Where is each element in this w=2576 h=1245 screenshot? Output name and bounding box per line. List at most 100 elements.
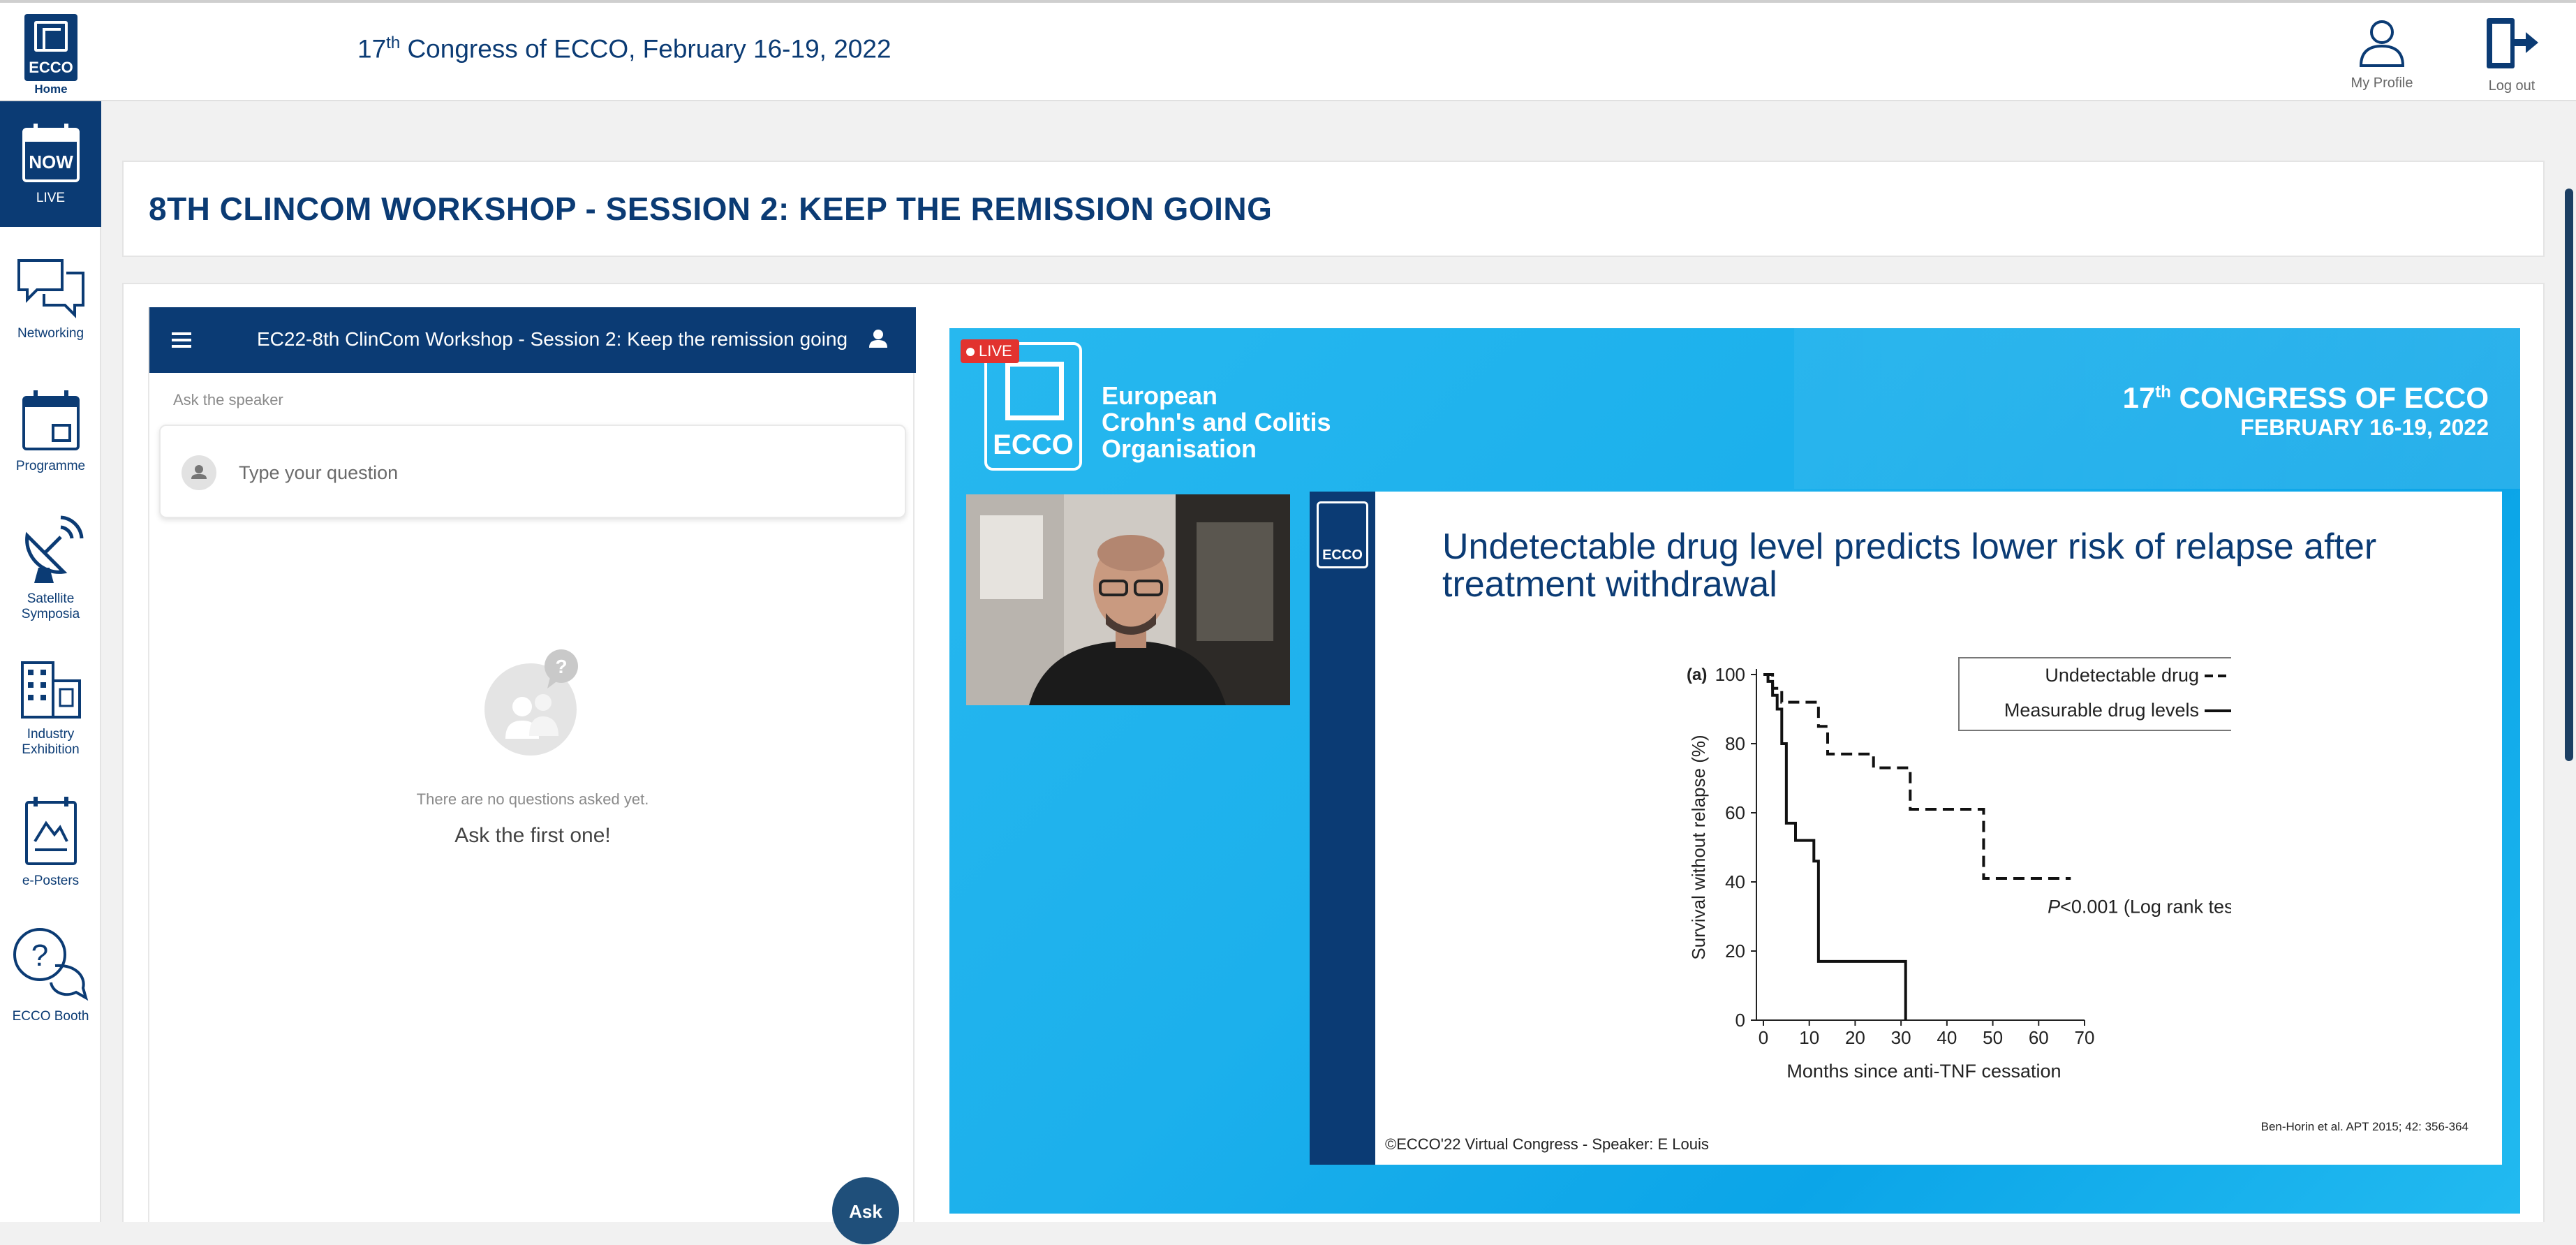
svg-text:?: ?: [31, 938, 47, 973]
empty-state-cta: Ask the first one!: [454, 824, 611, 847]
my-profile-label: My Profile: [2351, 75, 2413, 91]
help-bubbles-icon: ?: [13, 928, 88, 1001]
qa-panel: EC22-8th ClinCom Workshop - Session 2: K…: [148, 307, 916, 1244]
satellite-dish-icon: [24, 515, 83, 583]
avatar: [182, 455, 216, 490]
x-tick-label: 70: [2075, 1027, 2095, 1048]
empty-questions-icon: ?: [484, 649, 578, 756]
user-icon[interactable]: [868, 328, 888, 349]
y-tick-label: 40: [1725, 871, 1745, 892]
banner-dates: FEBRUARY 16-19, 2022: [2240, 415, 2489, 440]
top-bar: ECCO Home 17th Congress of ECCO, Februar…: [0, 0, 2576, 101]
panel-label: (a): [1687, 665, 1707, 684]
y-tick-label: 60: [1725, 802, 1745, 823]
slide-footer: ©ECCO'22 Virtual Congress - Speaker: E L…: [1385, 1135, 1709, 1153]
qa-header-title: EC22-8th ClinCom Workshop - Session 2: K…: [257, 328, 848, 350]
poster-icon: [24, 797, 77, 865]
slide-logo-text: ECCO: [1322, 547, 1363, 563]
logout-label: Log out: [2488, 78, 2536, 94]
sidebar-item-label: Networking: [17, 326, 84, 341]
now-icon-text: NOW: [29, 152, 73, 172]
logout-button[interactable]: Log out: [2470, 15, 2554, 94]
sidebar-item-programme[interactable]: Programme: [0, 389, 101, 474]
x-tick-label: 40: [1937, 1027, 1957, 1048]
home-label: Home: [34, 82, 68, 96]
live-badge: LIVE: [961, 339, 1019, 363]
buildings-icon: [20, 661, 81, 719]
slide-title: Undetectable drug level predicts lower r…: [1442, 526, 2377, 605]
congress-ordinal: 17: [357, 34, 387, 64]
congress-ordinal-suffix: th: [386, 34, 401, 52]
page-scrollbar[interactable]: [2565, 189, 2573, 761]
slide-reference: Ben-Horin et al. APT 2015; 42: 356-364: [2260, 1120, 2468, 1133]
banner-ordinal-suffix: th: [2155, 383, 2171, 402]
sidebar-item-ecco-booth[interactable]: ? ECCO Booth: [0, 925, 101, 1024]
banner-ordinal: 17: [2122, 381, 2156, 414]
ask-the-speaker-label: Ask the speaker: [173, 391, 283, 408]
sidebar-item-live[interactable]: NOW LIVE: [0, 101, 101, 227]
congress-title-text: Congress of ECCO, February 16-19, 2022: [400, 34, 891, 64]
x-axis-label: Months since anti-TNF cessation: [1786, 1061, 2061, 1082]
sidebar-item-label: e-Posters: [22, 874, 80, 888]
sidebar-item-label: Satellite Symposia: [21, 591, 80, 621]
empty-state-text: There are no questions asked yet.: [416, 790, 649, 808]
x-tick-label: 20: [1845, 1027, 1865, 1048]
logo-text: ECCO: [29, 59, 73, 76]
profile-icon: [2359, 20, 2405, 67]
live-video-player[interactable]: ECCO LIVE European Crohn's and Colitis O…: [949, 328, 2520, 1214]
sidebar-item-label: ECCO Booth: [12, 1009, 89, 1024]
no-questions-illustration: ?: [483, 648, 588, 763]
sidebar-item-label: Programme: [15, 459, 86, 473]
hamburger-menu-icon[interactable]: [170, 331, 193, 349]
congress-title: 17th Congress of ECCO, February 16-19, 2…: [357, 34, 891, 64]
ecco-logo-icon: ECCO: [24, 14, 77, 81]
org-line-2: Crohn's and Colitis: [1102, 408, 1331, 436]
y-tick-label: 80: [1725, 733, 1745, 754]
svg-text:?: ?: [555, 656, 567, 677]
question-input[interactable]: [237, 454, 866, 492]
person-icon: [191, 465, 207, 479]
ask-button[interactable]: Ask: [832, 1177, 899, 1244]
sidebar-item-satellite-symposia[interactable]: Satellite Symposia: [0, 515, 101, 622]
now-calendar-icon: NOW: [22, 124, 80, 182]
sidebar-item-networking[interactable]: Networking: [0, 256, 101, 341]
sidebar-item-e-posters[interactable]: e-Posters: [0, 795, 101, 889]
survival-chart: 0 10 20 30 40 50 60 70 0 20 40 60 80 100 (a) Months sin…: [1687, 657, 2231, 1082]
page-title: 8TH CLINCOM WORKSHOP - SESSION 2: KEEP T…: [149, 191, 1273, 227]
legend-entry: Undetectable drug: [2045, 665, 2199, 686]
series-line-measurable-drug-levels: [1763, 673, 1907, 1020]
x-tick-label: 30: [1891, 1027, 1911, 1048]
chart-annotation: P<0.001 (Log rank test): [2048, 897, 2231, 918]
legend-entry: Measurable drug levels: [2004, 700, 2199, 721]
banner-title: CONGRESS OF ECCO: [2170, 381, 2489, 414]
session-title-card: 8TH CLINCOM WORKSHOP - SESSION 2: KEEP T…: [122, 161, 2545, 257]
y-tick-label: 20: [1725, 941, 1745, 962]
x-tick-label: 60: [2029, 1027, 2049, 1048]
presentation-slide: ECCO Undetectable drug level predicts lo…: [1310, 492, 2502, 1165]
x-tick-label: 10: [1799, 1027, 1819, 1048]
sidebar-item-label: LIVE: [36, 191, 66, 205]
live-badge-text: LIVE: [979, 342, 1012, 360]
congress-banner: 17th CONGRESS OF ECCO FEBRUARY 16-19, 20…: [2123, 381, 2489, 441]
org-line-3: Organisation: [1102, 434, 1257, 463]
y-tick-label: 100: [1715, 664, 1745, 685]
speaker-webcam: [966, 494, 1290, 705]
y-tick-label: 0: [1735, 1010, 1745, 1031]
my-profile-button[interactable]: My Profile: [2340, 15, 2424, 91]
x-tick-label: 0: [1759, 1027, 1768, 1048]
slide-stripe: ECCO: [1310, 492, 1375, 1165]
sidebar-item-industry-exhibition[interactable]: Industry Exhibition: [0, 660, 101, 758]
y-axis-label: Survival without relapse (%): [1688, 735, 1709, 959]
logout-icon: [2487, 18, 2538, 68]
slide-mini-logo: ECCO: [1317, 501, 1368, 568]
organisation-name: European Crohn's and Colitis Organisatio…: [1102, 383, 1331, 462]
home-logo-link[interactable]: ECCO Home: [20, 14, 82, 103]
question-box: [159, 425, 906, 518]
speaker-video-image: [966, 494, 1290, 705]
calendar-icon: [22, 390, 80, 450]
qa-header: EC22-8th ClinCom Workshop - Session 2: K…: [149, 307, 916, 373]
org-line-1: European: [1102, 381, 1218, 410]
chat-bubbles-icon: [17, 259, 84, 318]
video-logo-text: ECCO: [993, 429, 1074, 460]
sidebar: NOW LIVE Networking Programme Satellite …: [0, 101, 101, 1222]
